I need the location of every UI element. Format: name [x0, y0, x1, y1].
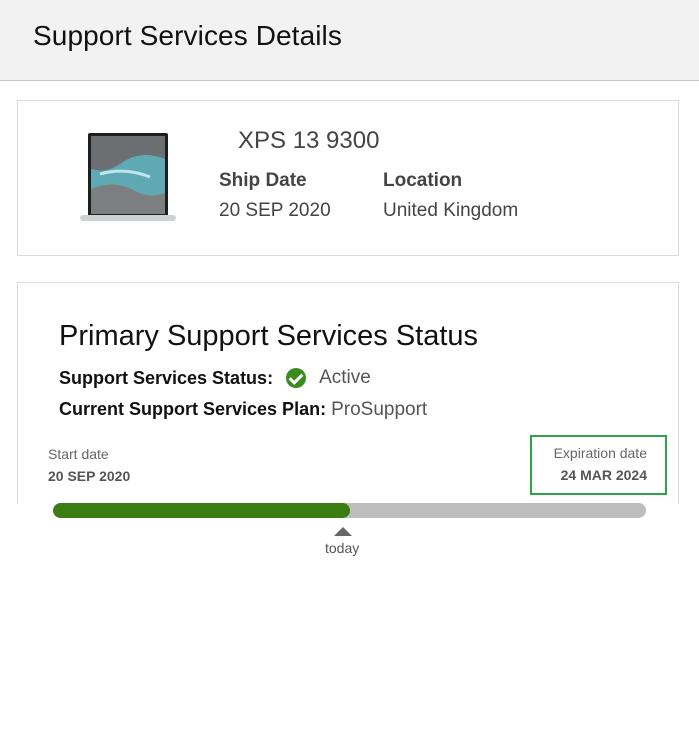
location-value: United Kingdom — [383, 200, 519, 221]
page-title: Support Services Details — [33, 20, 342, 51]
ship-date-value: 20 SEP 2020 — [219, 200, 331, 221]
support-plan-label: Current Support Services Plan: — [59, 399, 327, 419]
ship-date-label: Ship Date — [219, 170, 307, 191]
status-card-title: Primary Support Services Status — [59, 320, 479, 352]
device-card: XPS 13 9300 Ship Date 20 SEP 2020 Locati… — [17, 100, 679, 256]
laptop-icon — [80, 133, 176, 221]
start-date-value: 20 SEP 2020 — [48, 468, 131, 484]
support-status-value: Active — [319, 367, 371, 388]
check-circle-icon — [286, 368, 307, 388]
start-date-label: Start date — [48, 446, 109, 462]
expiration-date-label: Expiration date — [553, 445, 647, 461]
location-label: Location — [383, 170, 463, 191]
device-model: XPS 13 9300 — [238, 127, 380, 154]
today-marker-icon — [334, 527, 352, 536]
coverage-progress-fill — [53, 503, 350, 518]
support-status-label: Support Services Status: — [59, 367, 274, 388]
support-status-row: Support Services Status: Active — [59, 367, 371, 389]
expiration-highlight-box: Expiration date 24 MAR 2024 — [530, 435, 667, 495]
support-plan-value: ProSupport — [331, 399, 428, 420]
expiration-date-value: 24 MAR 2024 — [560, 467, 647, 483]
page-header: Support Services Details — [0, 0, 699, 81]
today-label: today — [325, 540, 360, 556]
coverage-progress-bar — [53, 503, 646, 518]
support-plan-row: Current Support Services Plan: ProSuppor… — [59, 399, 427, 421]
support-status-card: Primary Support Services Status Support … — [17, 282, 679, 504]
